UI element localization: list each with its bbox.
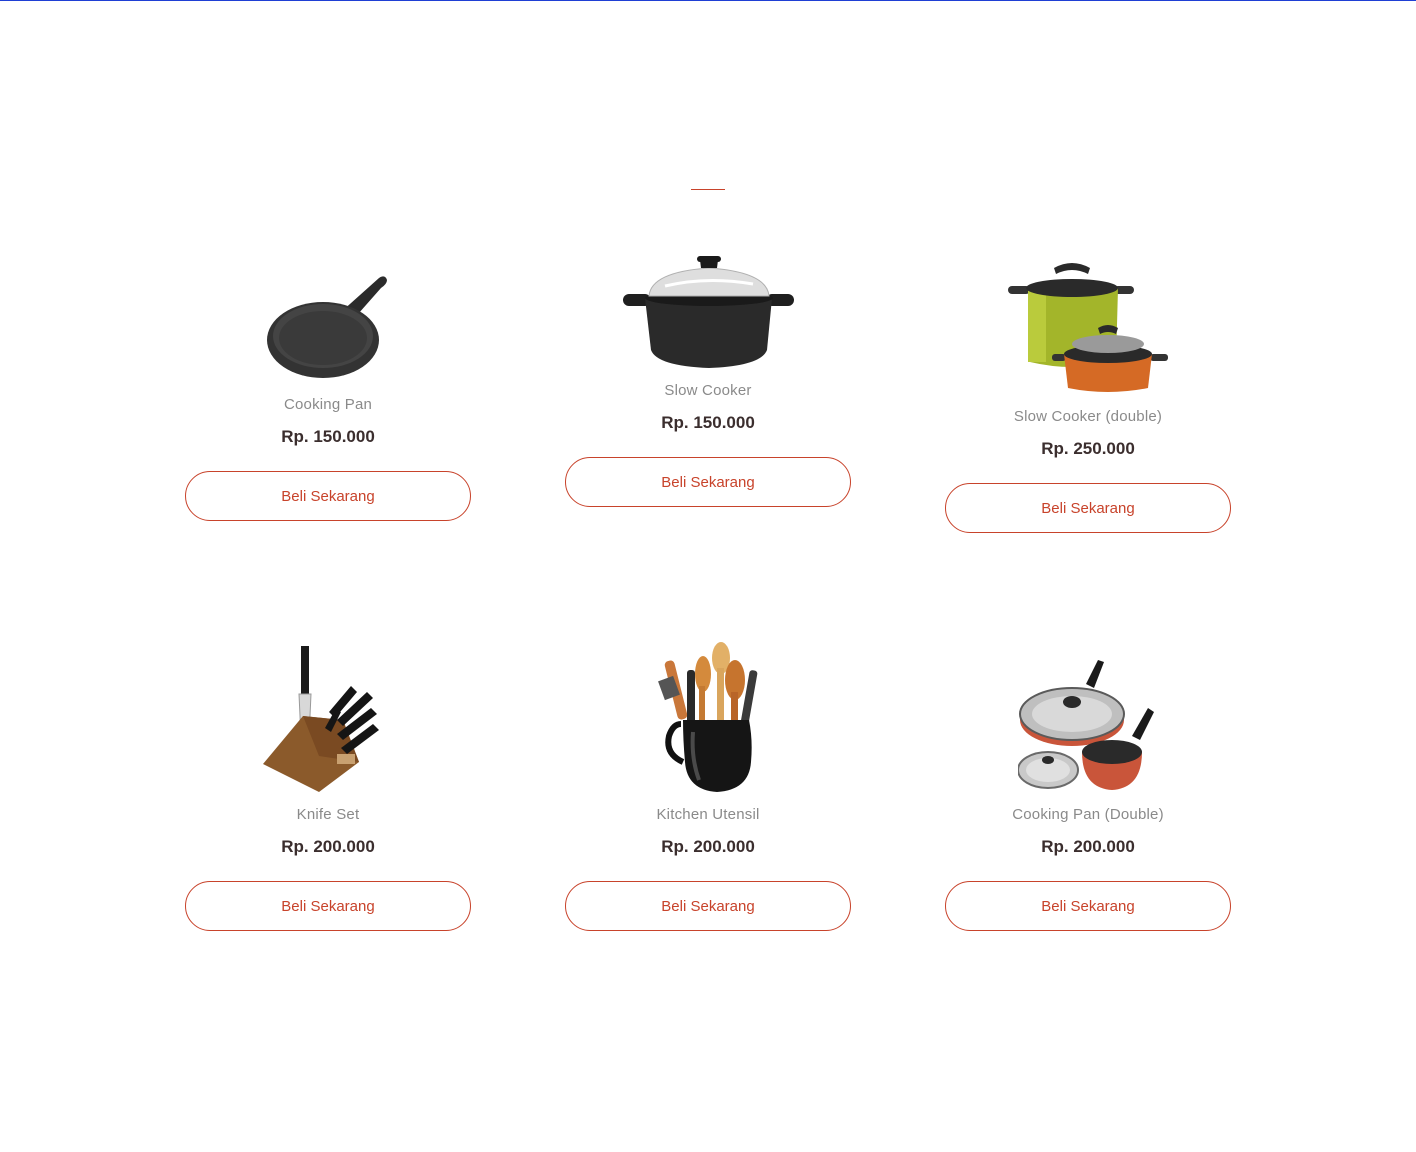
product-name: Cooking Pan	[283, 396, 373, 413]
product-name: Cooking Pan (Double)	[1012, 806, 1164, 823]
product-name: Slow Cooker (double)	[1013, 408, 1163, 425]
product-name: Kitchen Utensil	[656, 806, 760, 823]
double-pot-icon	[1007, 263, 1168, 392]
product-price: Rp. 200.000	[281, 837, 375, 856]
product-price: Rp. 200.000	[1041, 837, 1135, 856]
frying-pan-icon	[267, 276, 387, 378]
utensil-jar-icon	[658, 642, 758, 792]
product-price: Rp. 150.000	[281, 427, 375, 446]
product-card-slow-cooker: Slow Cooker Rp. 150.000 Beli Sekarang	[518, 254, 898, 507]
product-name: Knife Set	[296, 806, 360, 823]
product-price: Rp. 200.000	[661, 837, 755, 856]
product-card-cooking-pan-double: Cooking Pan (Double) Rp. 200.000 Beli Se…	[898, 656, 1278, 931]
pan-set-icon	[1018, 660, 1154, 790]
buy-now-button[interactable]: Beli Sekarang	[185, 471, 471, 521]
buy-now-button[interactable]: Beli Sekarang	[565, 457, 851, 507]
product-name: Slow Cooker	[664, 382, 752, 399]
top-border-line	[0, 0, 1416, 1]
buy-now-button[interactable]: Beli Sekarang	[945, 881, 1231, 931]
product-card-knife-set: Knife Set Rp. 200.000 Beli Sekarang	[138, 646, 518, 931]
section-divider	[691, 189, 725, 190]
buy-now-button[interactable]: Beli Sekarang	[565, 881, 851, 931]
product-price: Rp. 150.000	[661, 413, 755, 432]
product-price: Rp. 250.000	[1041, 439, 1135, 458]
knife-block-icon	[263, 646, 379, 792]
cooking-pot-icon	[622, 256, 794, 368]
product-card-cooking-pan: Cooking Pan Rp. 150.000 Beli Sekarang	[138, 266, 518, 521]
buy-now-button[interactable]: Beli Sekarang	[945, 483, 1231, 533]
product-card-kitchen-utensil: Kitchen Utensil Rp. 200.000 Beli Sekaran…	[518, 640, 898, 931]
product-card-slow-cooker-double: Slow Cooker (double) Rp. 250.000 Beli Se…	[898, 258, 1278, 533]
buy-now-button[interactable]: Beli Sekarang	[185, 881, 471, 931]
